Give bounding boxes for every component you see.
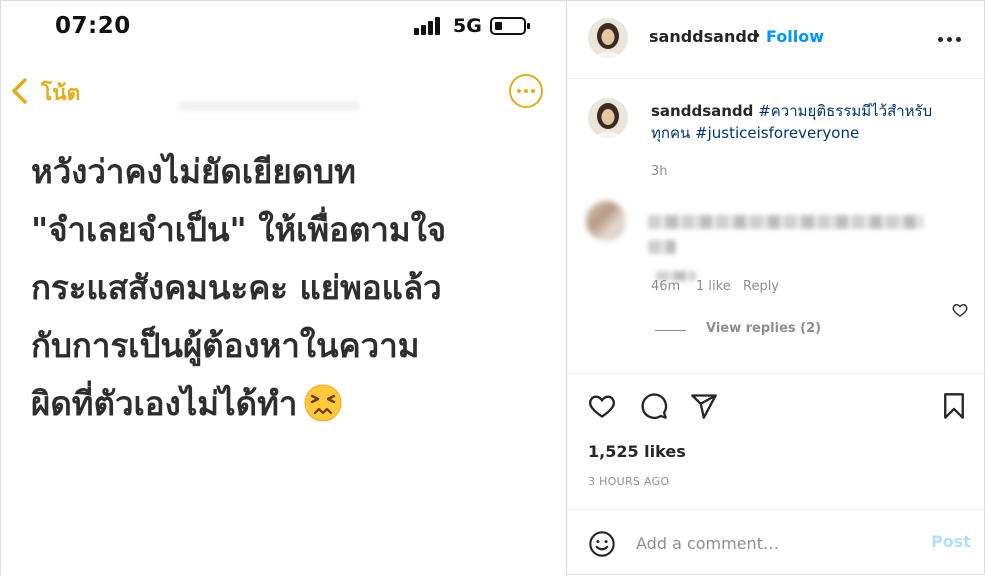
- like-heart-icon[interactable]: [588, 392, 616, 420]
- caption-avatar[interactable]: [588, 98, 628, 138]
- caption-username[interactable]: sanddsandd: [651, 102, 753, 120]
- header-username[interactable]: sanddsandd: [649, 27, 758, 46]
- chevron-left-icon: [12, 78, 27, 104]
- caption-time: 3h: [651, 164, 668, 179]
- separator-dot: •: [752, 26, 762, 45]
- posted-time: 3 HOURS AGO: [588, 475, 670, 488]
- post-caption: sanddsandd #ความยุติธรรมมีไว้สำหรับทุกคน…: [651, 100, 951, 144]
- comment-time: 46m: [651, 279, 681, 294]
- note-line-text: ผิดที่ตัวเองไม่ได้ทำ: [31, 384, 298, 423]
- comment-likes[interactable]: 1 like: [696, 279, 731, 294]
- note-line: กับการเป็นผู้ต้องหาในความ: [31, 326, 420, 365]
- avatar[interactable]: [588, 18, 628, 58]
- add-comment-bar: Post: [568, 509, 985, 575]
- phone-status-bar: 07:20 5G: [1, 1, 567, 53]
- comment-bubble-icon[interactable]: [640, 392, 668, 420]
- comment-avatar-blurred[interactable]: [586, 201, 626, 241]
- replies-divider-line: [655, 330, 686, 331]
- post-actions: [568, 373, 985, 438]
- view-replies-button[interactable]: View replies (2): [706, 321, 821, 336]
- comment-reply-button[interactable]: Reply: [743, 279, 779, 294]
- comment-like-heart-icon[interactable]: [952, 302, 968, 318]
- note-line-last: ผิดที่ตัวเองไม่ได้ทำ: [31, 375, 541, 433]
- add-comment-input[interactable]: [636, 528, 926, 558]
- comment-text-blurred: [648, 215, 923, 229]
- status-time: 07:20: [55, 13, 131, 39]
- more-options-icon[interactable]: [938, 37, 962, 43]
- post-image[interactable]: 07:20 5G โน้ต หวังว่าคงไม่ยัดเยียดบท "จำ…: [1, 1, 567, 576]
- hashtag-link[interactable]: #justiceisforeveryone: [695, 124, 859, 142]
- post-header: sanddsandd • Follow: [568, 1, 985, 79]
- bookmark-icon[interactable]: [940, 392, 968, 420]
- avatar-photo-icon: [588, 18, 628, 58]
- avatar-photo-icon: [588, 98, 628, 138]
- post-comment-button[interactable]: Post: [931, 532, 971, 551]
- battery-icon: [490, 17, 530, 35]
- follow-button[interactable]: Follow: [766, 27, 824, 46]
- signal-icon: [414, 17, 442, 35]
- note-line: หวังว่าคงไม่ยัดเยียดบท: [31, 152, 356, 191]
- more-circle-icon: [509, 74, 543, 108]
- comment-text-blurred: [648, 240, 676, 254]
- notes-back-label: โน้ต: [41, 81, 81, 105]
- persevering-face-emoji-icon: [304, 384, 342, 421]
- note-line: "จำเลยจำเป็น" ให้เพื่อตามใจ: [31, 210, 447, 249]
- share-paper-plane-icon[interactable]: [690, 392, 718, 420]
- emoji-smiley-icon[interactable]: [588, 530, 616, 558]
- network-label: 5G: [453, 15, 482, 37]
- instagram-post-view: 07:20 5G โน้ต หวังว่าคงไม่ยัดเยียดบท "จำ…: [0, 0, 985, 576]
- note-text: หวังว่าคงไม่ยัดเยียดบท "จำเลยจำเป็น" ให้…: [31, 143, 541, 433]
- faint-title-text: [179, 101, 359, 111]
- note-line: กระแสสังคมนะคะ แย่พอแล้ว: [31, 268, 442, 307]
- post-sidebar: sanddsandd • Follow sanddsandd #ความยุติ…: [568, 1, 985, 576]
- comments-section: sanddsandd #ความยุติธรรมมีไว้สำหรับทุกคน…: [568, 80, 985, 373]
- likes-count[interactable]: 1,525 likes: [588, 442, 686, 461]
